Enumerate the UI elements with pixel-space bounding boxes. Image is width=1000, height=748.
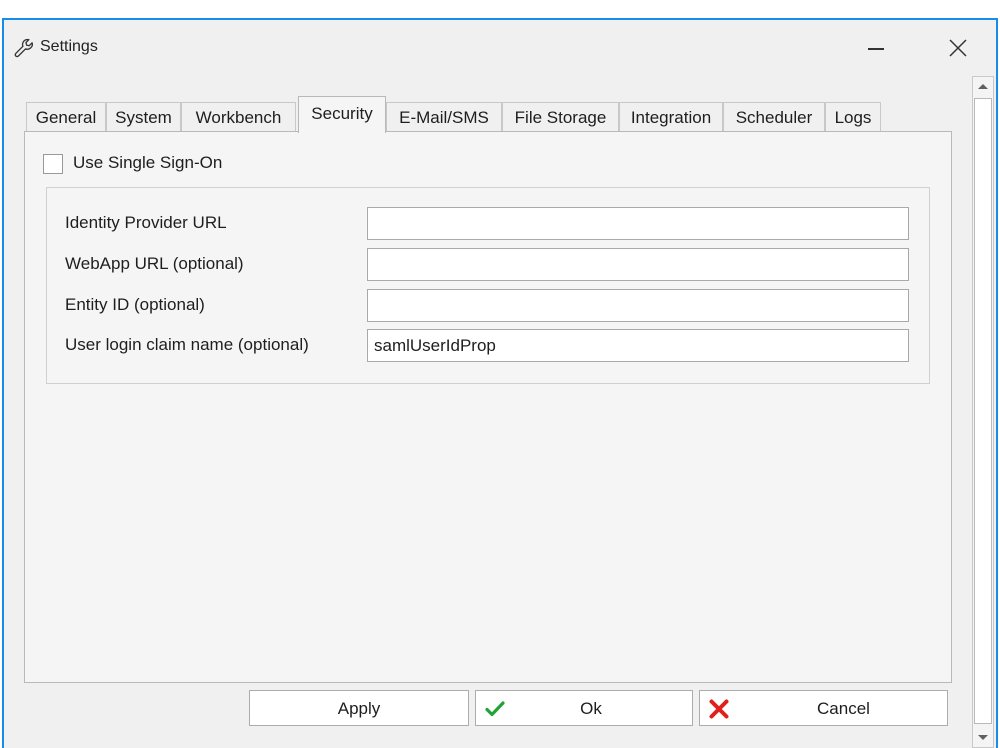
tab-file-storage[interactable]: File Storage <box>502 102 619 132</box>
form-row: WebApp URL (optional) <box>47 247 931 283</box>
sso-checkbox[interactable] <box>43 154 63 174</box>
form-row: User login claim name (optional) <box>47 328 931 364</box>
tab-security[interactable]: Security <box>298 96 386 133</box>
sso-settings-group: Identity Provider URL WebApp URL (option… <box>46 187 930 384</box>
tab-logs[interactable]: Logs <box>825 102 881 132</box>
tab-workbench[interactable]: Workbench <box>181 102 296 132</box>
security-panel: Use Single Sign-On Identity Provider URL… <box>24 131 952 683</box>
identity-provider-url-label: Identity Provider URL <box>65 213 227 232</box>
cancel-x-icon <box>709 699 729 719</box>
ok-button[interactable]: Ok <box>475 690 693 726</box>
identity-provider-url-input[interactable] <box>367 207 909 240</box>
entity-id-label: Entity ID (optional) <box>65 295 205 314</box>
vertical-scrollbar[interactable] <box>972 76 994 748</box>
close-button[interactable] <box>936 28 980 68</box>
window-title: Settings <box>40 38 98 55</box>
apply-button-label: Apply <box>337 699 381 718</box>
settings-window: Settings General System Workbench Securi… <box>2 18 998 748</box>
tab-integration[interactable]: Integration <box>619 102 723 132</box>
wrench-icon <box>14 38 33 58</box>
tab-system[interactable]: System <box>106 102 181 132</box>
entity-id-input[interactable] <box>367 289 909 322</box>
sso-label[interactable]: Use Single Sign-On <box>73 153 222 173</box>
close-icon <box>949 39 967 57</box>
scrollbar-track[interactable] <box>974 98 992 724</box>
tab-scheduler[interactable]: Scheduler <box>723 102 825 132</box>
ok-button-label: Ok <box>580 699 602 718</box>
minimize-button[interactable] <box>854 28 898 68</box>
title-bar[interactable]: Settings <box>4 20 996 72</box>
form-row: Entity ID (optional) <box>47 288 931 324</box>
webapp-url-input[interactable] <box>367 248 909 281</box>
tab-general[interactable]: General <box>26 102 106 132</box>
scroll-up-arrow-icon[interactable] <box>973 77 993 97</box>
scroll-down-arrow-icon[interactable] <box>973 727 993 747</box>
tab-email-sms[interactable]: E-Mail/SMS <box>386 102 502 132</box>
user-login-claim-label: User login claim name (optional) <box>65 335 309 354</box>
user-login-claim-input[interactable] <box>367 329 909 362</box>
webapp-url-label: WebApp URL (optional) <box>65 254 244 273</box>
cancel-button[interactable]: Cancel <box>699 690 948 726</box>
cancel-button-label: Cancel <box>817 699 870 718</box>
form-row: Identity Provider URL <box>47 206 931 242</box>
apply-button[interactable]: Apply <box>249 690 469 726</box>
